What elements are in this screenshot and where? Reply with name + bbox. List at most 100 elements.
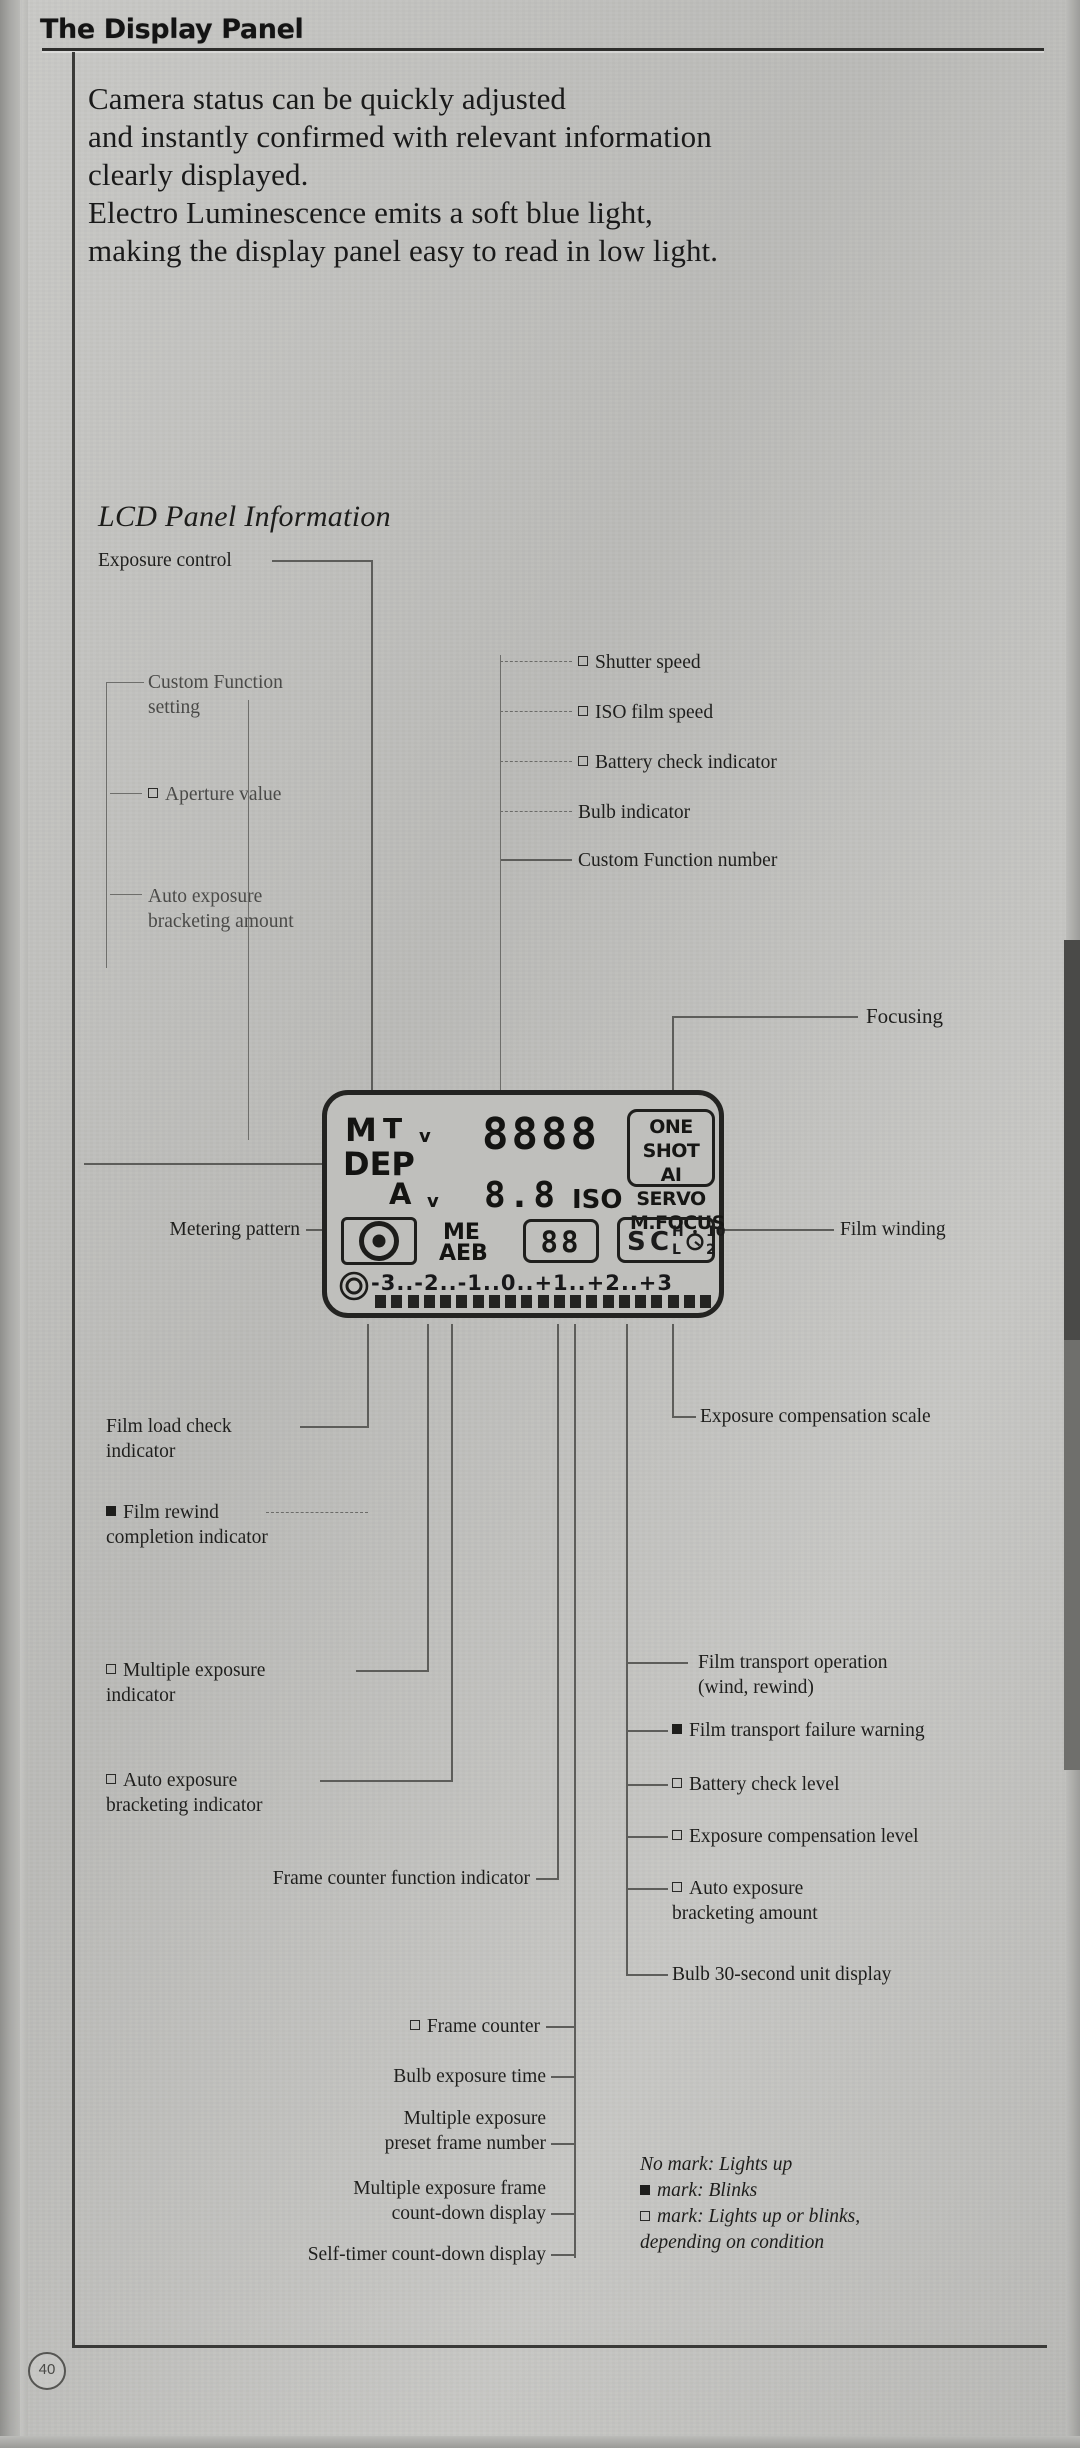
solid-mark-icon — [640, 2185, 650, 2195]
leader-multiple-exposure-v — [427, 1324, 429, 1672]
lcd-mode-tv: T — [383, 1112, 403, 1145]
lcd-scale-bar — [391, 1295, 403, 1308]
lcd-frame-counter-display: 88 — [540, 1225, 582, 1259]
page-title: The Display Panel — [40, 14, 304, 45]
hollow-mark-icon — [640, 2211, 650, 2221]
callout-multiple-exposure-frame-countdown: Multiple exposure frame count-down displ… — [353, 2178, 546, 2224]
leader-bottom-stack-spine — [574, 1324, 576, 2258]
hollow-mark-icon — [106, 1664, 116, 1674]
lcd-af-ai-servo: AI SERVO — [636, 1164, 706, 1210]
intro-line: clearly displayed. — [88, 157, 309, 192]
legend-box: No mark: Lights up mark: Blinks mark: Li… — [640, 2152, 1000, 2256]
leader-aeb-indicator-v — [451, 1324, 453, 1782]
lcd-scale-bar — [407, 1295, 419, 1308]
lcd-metering-pattern-icon — [341, 1217, 417, 1265]
solid-mark-icon — [672, 1724, 682, 1734]
callout-exposure-control: Exposure control — [98, 550, 232, 571]
leader-aeb-amount-h — [110, 894, 142, 896]
header: The Display Panel — [40, 14, 1045, 50]
lcd-scale-bar — [618, 1295, 630, 1308]
callout-battery-check-level-label: Battery check level — [689, 1774, 840, 1795]
callout-iso-film-speed: ISO film speed — [578, 700, 713, 725]
self-timer-icon — [686, 1229, 704, 1251]
leader-frame-counter — [546, 2026, 574, 2028]
legend-solid-text: mark: Blinks — [657, 2180, 758, 2201]
lcd-af-one-shot: ONE SHOT — [642, 1116, 700, 1162]
lcd-scale-bar — [683, 1295, 695, 1308]
scale-label: .+2. — [577, 1271, 630, 1295]
lcd-main-display: 8888 — [482, 1109, 600, 1160]
leader-aeb-indicator-h — [320, 1780, 452, 1782]
leader-right-group-spine — [500, 655, 502, 1105]
callout-frame-counter-function-indicator: Frame counter function indicator — [272, 1868, 530, 1889]
callout-film-rewind-completion-indicator: Film rewind completion indicator — [106, 1500, 268, 1550]
lcd-iso-label: ISO — [572, 1185, 623, 1215]
lcd-mode-av: A — [389, 1177, 412, 1211]
intro-paragraph: Camera status can be quickly adjusted an… — [88, 80, 988, 270]
hollow-mark-icon — [578, 656, 588, 666]
leader-exp-comp-scale-h — [672, 1416, 696, 1418]
page-number: 40 — [28, 2352, 66, 2390]
leader-frame-counter-fn-h — [536, 1878, 558, 1880]
callout-film-winding: Film winding — [840, 1219, 946, 1240]
leader-lower-right-spine — [626, 1324, 628, 1976]
hollow-mark-icon — [672, 1830, 682, 1840]
lcd-scale-bar — [700, 1295, 711, 1308]
legend-hollow-text: mark: Lights up or blinks, depending on … — [640, 2206, 861, 2253]
leader-iso-film-speed — [500, 711, 572, 712]
leader-multiple-exposure-h — [356, 1670, 428, 1672]
callout-bulb-30-second-unit-display: Bulb 30-second unit display — [672, 1964, 892, 1985]
film-load-check-icon — [339, 1271, 369, 1301]
callout-custom-function-number: Custom Function number — [578, 850, 778, 871]
scale-label: .0. — [491, 1271, 526, 1295]
lcd-timer-options: 10 2 — [706, 1223, 725, 1259]
callout-shutter-speed-label: Shutter speed — [595, 652, 701, 673]
callout-aeb-indicator-label: Auto exposure bracketing indicator — [106, 1770, 263, 1816]
leader-focusing-h — [672, 1016, 858, 1018]
page-margin-strip-lower — [1064, 1340, 1080, 1770]
legend-row-no-mark: No mark: Lights up — [640, 2152, 1000, 2178]
metering-dot-icon — [372, 1234, 386, 1248]
lcd-timer-2: 2 — [706, 1242, 716, 1258]
callout-frame-counter: Frame counter — [180, 2014, 540, 2039]
callout-iso-film-speed-label: ISO film speed — [595, 702, 714, 723]
lcd-frame-counter-box: 88 — [523, 1219, 599, 1263]
leader-focusing-v — [672, 1016, 674, 1098]
intro-line: Camera status can be quickly adjusted — [88, 81, 567, 116]
callout-film-transport-operation: Film transport operation (wind, rewind) — [698, 1652, 888, 1698]
intro-line: and instantly confirmed with relevant in… — [88, 119, 712, 154]
lcd-scale-bar — [651, 1295, 663, 1308]
hollow-mark-icon — [578, 756, 588, 766]
leader-cf-down-v — [248, 700, 250, 1140]
hollow-mark-icon — [148, 788, 158, 798]
leader-bulb-30s — [626, 1974, 668, 1976]
lcd-scale-bar — [667, 1295, 679, 1308]
lcd-aeb-label: AEB — [439, 1241, 488, 1266]
lcd-scale-bar — [505, 1295, 516, 1308]
callout-ae-bracketing-amount-right: Auto exposure bracketing amount — [672, 1876, 818, 1926]
lcd-scale-bar — [553, 1295, 565, 1308]
callout-battery-check-level: Battery check level — [672, 1772, 840, 1797]
callout-film-load-check-indicator: Film load check indicator — [106, 1416, 232, 1462]
lcd-scale-bar — [472, 1295, 484, 1308]
leader-me-preset-frame — [551, 2143, 575, 2145]
lcd-panel: M T v DEP A v 8888 8.8 ISO ONE SHOT AI S… — [322, 1090, 725, 1318]
hollow-mark-icon — [106, 1774, 116, 1784]
title-divider — [42, 48, 1044, 51]
lcd-drive-speed: H L — [672, 1223, 684, 1259]
book-gutter-left — [0, 0, 22, 2448]
callout-ae-bracketing-amount-left: Auto exposure bracketing amount — [148, 886, 294, 932]
lcd-drive-mode-box: S C H L 10 2 — [617, 1217, 725, 1263]
leader-film-load-check-h — [300, 1426, 368, 1428]
lcd-drive-single: S — [627, 1227, 646, 1257]
lcd-scale-bar — [537, 1295, 549, 1308]
leader-custom-function-number — [500, 859, 572, 861]
callout-film-transport-failure-label: Film transport failure warning — [689, 1720, 925, 1741]
page-edge-bottom — [0, 2436, 1080, 2448]
lcd-scale-bar — [423, 1295, 435, 1308]
leader-film-winding — [722, 1229, 834, 1231]
callout-multiple-exposure-preset-frame-number: Multiple exposure preset frame number — [384, 2108, 546, 2154]
hollow-mark-icon — [672, 1882, 682, 1892]
callout-bulb-indicator: Bulb indicator — [578, 802, 691, 823]
callout-multiple-exposure-label: Multiple exposure indicator — [106, 1660, 266, 1706]
